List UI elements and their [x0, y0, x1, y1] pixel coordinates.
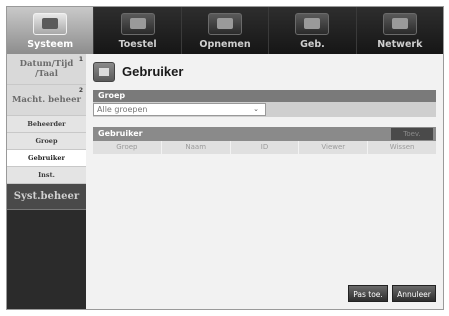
main-panel: Gebruiker Groep Alle groepen ⌄ Gebruiker…	[86, 54, 443, 309]
sidebar-item-label: Gebruiker	[28, 154, 65, 162]
group-row: Alle groepen ⌄	[93, 102, 436, 117]
user-header: Gebruiker Toev.	[93, 127, 436, 141]
sidebar-item-beheerder[interactable]: Beheerder	[7, 116, 86, 133]
sidebar-item-macht-beheer[interactable]: Macht. beheer 2	[7, 85, 86, 116]
sidebar-item-label: Macht. beheer	[12, 95, 81, 105]
page-title: Gebruiker	[122, 64, 184, 79]
tab-geb[interactable]: Geb.	[269, 7, 357, 54]
tab-systeem[interactable]: Systeem	[7, 7, 95, 54]
cancel-button[interactable]: Annuleer	[392, 285, 436, 302]
tab-label: Toestel	[118, 39, 157, 50]
tab-opnemen[interactable]: Opnemen	[181, 7, 270, 54]
sidebar-item-label: Beheerder	[27, 120, 66, 128]
event-icon	[295, 13, 330, 35]
column-id: ID	[231, 141, 300, 154]
camera-icon	[120, 13, 155, 35]
sidebar-item-groep[interactable]: Groep	[7, 133, 86, 150]
user-table-header: Groep Naam ID Viewer Wissen	[93, 141, 436, 154]
tab-toestel[interactable]: Toestel	[94, 7, 182, 54]
dvr-setup-window: Systeem Toestel Opnemen Geb. Netwerk Dat…	[6, 6, 444, 310]
sidebar-item-datum-tijd-taal[interactable]: Datum/Tijd /Taal 1	[7, 54, 86, 85]
column-groep: Groep	[93, 141, 162, 154]
sidebar-item-label: Datum/Tijd /Taal	[19, 59, 74, 79]
column-naam: Naam	[162, 141, 231, 154]
sidebar-item-gebruiker[interactable]: Gebruiker	[7, 150, 86, 167]
sidebar-item-number: 2	[78, 87, 83, 94]
sidebar-item-label: Groep	[35, 137, 58, 145]
sidebar-item-syst-beheer[interactable]: Syst.beheer	[7, 184, 86, 210]
add-user-button[interactable]: Toev.	[391, 128, 433, 140]
tab-label: Netwerk	[377, 39, 423, 50]
sidebar-item-label: Inst.	[38, 171, 55, 179]
system-icon	[33, 13, 68, 35]
user-header-label: Gebruiker	[98, 129, 143, 138]
sidebar: Datum/Tijd /Taal 1 Macht. beheer 2 Behee…	[7, 54, 86, 309]
group-select[interactable]: Alle groepen ⌄	[93, 103, 266, 116]
chevron-down-icon: ⌄	[253, 105, 259, 113]
sidebar-item-inst[interactable]: Inst.	[7, 167, 86, 184]
top-navigation: Systeem Toestel Opnemen Geb. Netwerk	[7, 7, 443, 54]
tab-label: Opnemen	[199, 39, 251, 50]
tab-netwerk[interactable]: Netwerk	[356, 7, 443, 54]
tab-label: Geb.	[300, 39, 325, 50]
group-select-value: Alle groepen	[97, 105, 148, 114]
column-viewer: Viewer	[299, 141, 369, 154]
sidebar-item-number: 1	[78, 56, 83, 63]
apply-button[interactable]: Pas toe.	[348, 285, 388, 302]
user-icon	[93, 62, 115, 82]
tab-label: Systeem	[27, 39, 74, 50]
group-header: Groep	[93, 90, 436, 102]
sidebar-item-label: Syst.beheer	[13, 191, 80, 202]
rec-icon	[208, 13, 243, 35]
network-icon	[382, 13, 417, 35]
column-wissen: Wissen	[389, 143, 415, 151]
